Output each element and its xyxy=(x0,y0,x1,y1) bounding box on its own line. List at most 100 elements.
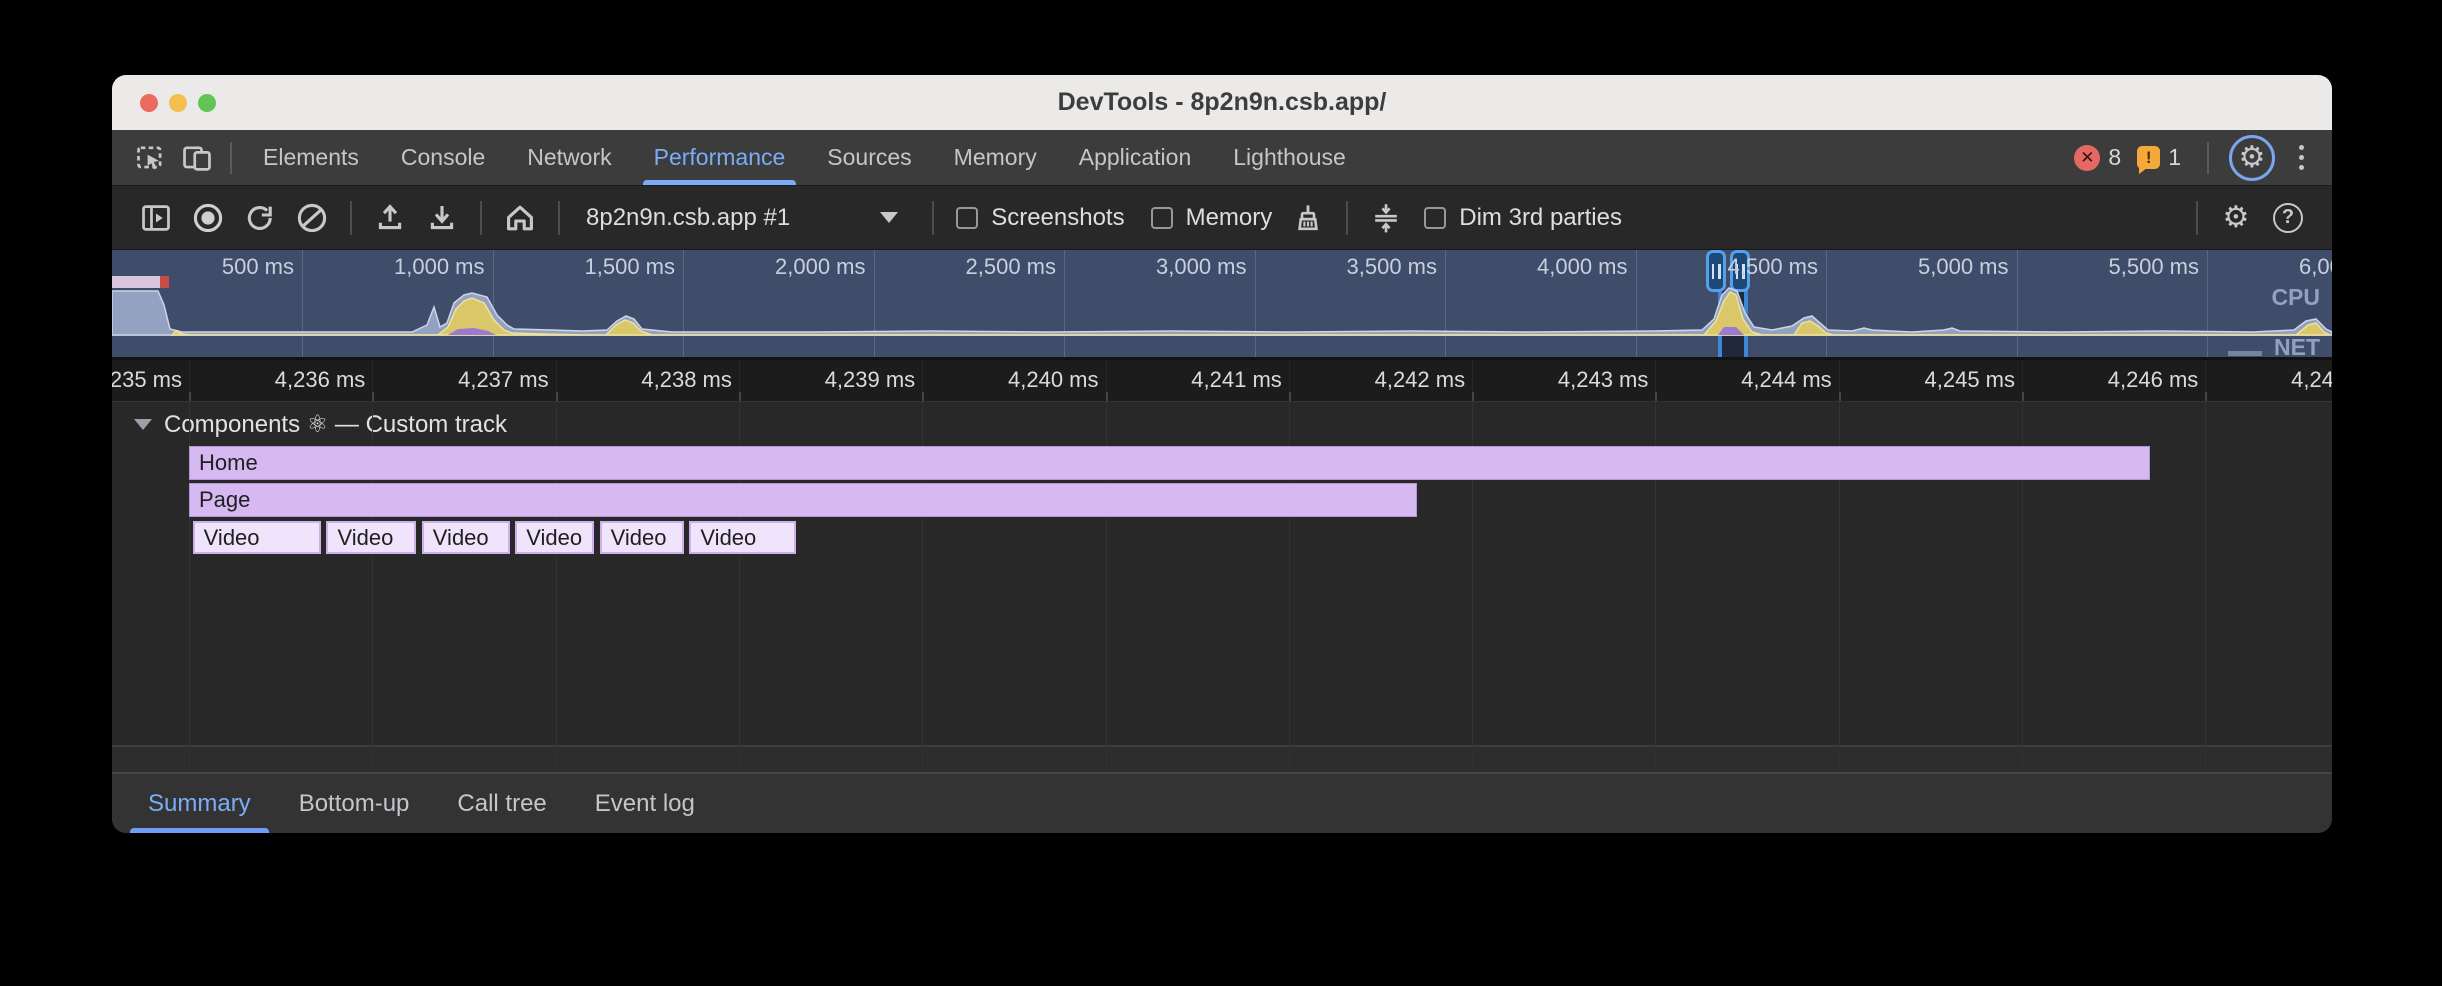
divider xyxy=(480,201,482,235)
disclosure-triangle-icon xyxy=(134,419,152,430)
track-bar-video[interactable]: Video xyxy=(515,521,594,554)
home-icon[interactable] xyxy=(494,194,546,242)
track-bottom-strip xyxy=(112,747,2332,772)
drawer-tabbar: SummaryBottom-upCall treeEvent log xyxy=(112,772,2332,833)
ruler-tick xyxy=(922,392,924,401)
memory-checkbox[interactable]: Memory xyxy=(1151,204,1273,232)
cpu-activity-area xyxy=(112,288,2332,335)
track-bar-video[interactable]: Video xyxy=(689,521,795,554)
ruler-label: 4,241 ms xyxy=(1191,367,1289,393)
more-options-menu-button[interactable] xyxy=(2285,145,2318,170)
inspect-element-icon[interactable] xyxy=(128,137,174,179)
error-icon: ✕ xyxy=(2074,145,2100,171)
ruler-label: 4,243 ms xyxy=(1558,367,1656,393)
drawer-tab-call-tree[interactable]: Call tree xyxy=(433,775,570,833)
tab-console[interactable]: Console xyxy=(380,130,506,185)
toolbar-right-controls: ⚙ ? xyxy=(2184,194,2332,242)
toggle-sidebar-icon[interactable] xyxy=(130,194,182,242)
track-bar-page[interactable]: Page xyxy=(189,483,1417,517)
checkbox-icon xyxy=(956,207,978,229)
track-bar-video[interactable]: Video xyxy=(422,521,510,554)
drawer-tab-bottom-up[interactable]: Bottom-up xyxy=(275,775,434,833)
ruler-tick xyxy=(1472,392,1474,401)
ruler-tick xyxy=(1289,392,1291,401)
track-bar-video[interactable]: Video xyxy=(193,521,321,554)
ruler-label: 4,240 ms xyxy=(1008,367,1106,393)
checkbox-icon xyxy=(1151,207,1173,229)
ruler-label: 4,237 ms xyxy=(458,367,556,393)
zoom-window-button[interactable] xyxy=(198,94,216,112)
capture-settings-gear-icon[interactable]: ⚙ xyxy=(2210,194,2262,242)
target-selector-dropdown[interactable]: 8p2n9n.csb.app #1 xyxy=(586,204,898,232)
issue-count: 1 xyxy=(2168,144,2181,171)
tab-sources[interactable]: Sources xyxy=(806,130,932,185)
traffic-lights xyxy=(140,94,216,112)
ruler-tick xyxy=(1655,392,1657,401)
track-bar-video[interactable]: Video xyxy=(326,521,416,554)
divider xyxy=(230,142,232,174)
tab-performance[interactable]: Performance xyxy=(633,130,807,185)
checkbox-label: Memory xyxy=(1186,204,1273,232)
ruler-tick xyxy=(372,392,374,401)
chevron-down-icon xyxy=(880,212,898,223)
clear-recording-icon[interactable] xyxy=(286,194,338,242)
gear-icon: ⚙ xyxy=(2223,203,2250,233)
ruler-label: 4,235 ms xyxy=(112,367,189,393)
record-icon[interactable] xyxy=(182,194,234,242)
ruler-label: 4,246 ms xyxy=(2108,367,2206,393)
tab-application[interactable]: Application xyxy=(1058,130,1213,185)
reload-and-record-icon[interactable] xyxy=(234,194,286,242)
track-area[interactable]: Components ⚛ — Custom track HomePageVide… xyxy=(112,402,2332,772)
screenshots-checkbox[interactable]: Screenshots xyxy=(956,204,1124,232)
issue-icon: ! xyxy=(2137,146,2160,169)
tab-elements[interactable]: Elements xyxy=(242,130,380,185)
shortcut-dialog-icon[interactable] xyxy=(1360,194,1412,242)
target-selector-value: 8p2n9n.csb.app #1 xyxy=(586,204,790,232)
tabbar-right-controls: ✕ 8 ! 1 ⚙ xyxy=(2074,135,2332,181)
ruler-label: 4,242 ms xyxy=(1375,367,1473,393)
load-profile-icon[interactable] xyxy=(364,194,416,242)
checkbox-label: Screenshots xyxy=(991,204,1124,232)
console-errors-badge[interactable]: ✕ 8 xyxy=(2074,144,2121,171)
ruler-tick xyxy=(189,392,191,401)
tab-network[interactable]: Network xyxy=(506,130,632,185)
performance-toolbar: 8p2n9n.csb.app #1 Screenshots Memory xyxy=(112,185,2332,250)
collect-garbage-icon[interactable] xyxy=(1282,194,1334,242)
window-title: DevTools - 8p2n9n.csb.app/ xyxy=(112,88,2332,117)
track-bar-home[interactable]: Home xyxy=(189,446,2150,480)
ruler-label: 4,239 ms xyxy=(825,367,923,393)
settings-gear-button[interactable]: ⚙ xyxy=(2229,135,2275,181)
timeline-ruler: 4,235 ms4,236 ms4,237 ms4,238 ms4,239 ms… xyxy=(112,360,2332,402)
ruler-label: 4,244 ms xyxy=(1741,367,1839,393)
ruler-tick xyxy=(739,392,741,401)
divider xyxy=(558,201,560,235)
divider xyxy=(2196,201,2198,235)
ruler-tick xyxy=(1839,392,1841,401)
minimize-window-button[interactable] xyxy=(169,94,187,112)
ruler-label: 4,236 ms xyxy=(275,367,373,393)
titlebar: DevTools - 8p2n9n.csb.app/ xyxy=(112,75,2332,130)
ruler-label: 4,247 ms xyxy=(2291,367,2332,393)
close-window-button[interactable] xyxy=(140,94,158,112)
ruler-tick xyxy=(2205,392,2207,401)
ruler-tick xyxy=(2022,392,2024,401)
gear-icon: ⚙ xyxy=(2239,143,2266,173)
checkbox-label: Dim 3rd parties xyxy=(1459,204,1622,232)
device-toolbar-icon[interactable] xyxy=(174,137,220,179)
drawer-tab-summary[interactable]: Summary xyxy=(124,775,275,833)
tab-lighthouse[interactable]: Lighthouse xyxy=(1212,130,1367,185)
divider xyxy=(2207,142,2209,174)
checkbox-icon xyxy=(1424,207,1446,229)
save-profile-icon[interactable] xyxy=(416,194,468,242)
drawer-tab-event-log[interactable]: Event log xyxy=(571,775,719,833)
tab-memory[interactable]: Memory xyxy=(933,130,1058,185)
divider xyxy=(932,201,934,235)
issues-badge[interactable]: ! 1 xyxy=(2137,144,2181,171)
dim-3rd-parties-checkbox[interactable]: Dim 3rd parties xyxy=(1424,204,1622,232)
devtools-window: DevTools - 8p2n9n.csb.app/ ElementsConso… xyxy=(112,75,2332,833)
help-icon[interactable]: ? xyxy=(2262,194,2314,242)
main-tabbar: ElementsConsoleNetworkPerformanceSources… xyxy=(112,130,2332,185)
ruler-label: 4,245 ms xyxy=(1925,367,2023,393)
timeline-overview[interactable]: CPU NET 500 ms1,000 ms1,500 ms2,000 ms2,… xyxy=(112,250,2332,360)
track-bar-video[interactable]: Video xyxy=(600,521,684,554)
